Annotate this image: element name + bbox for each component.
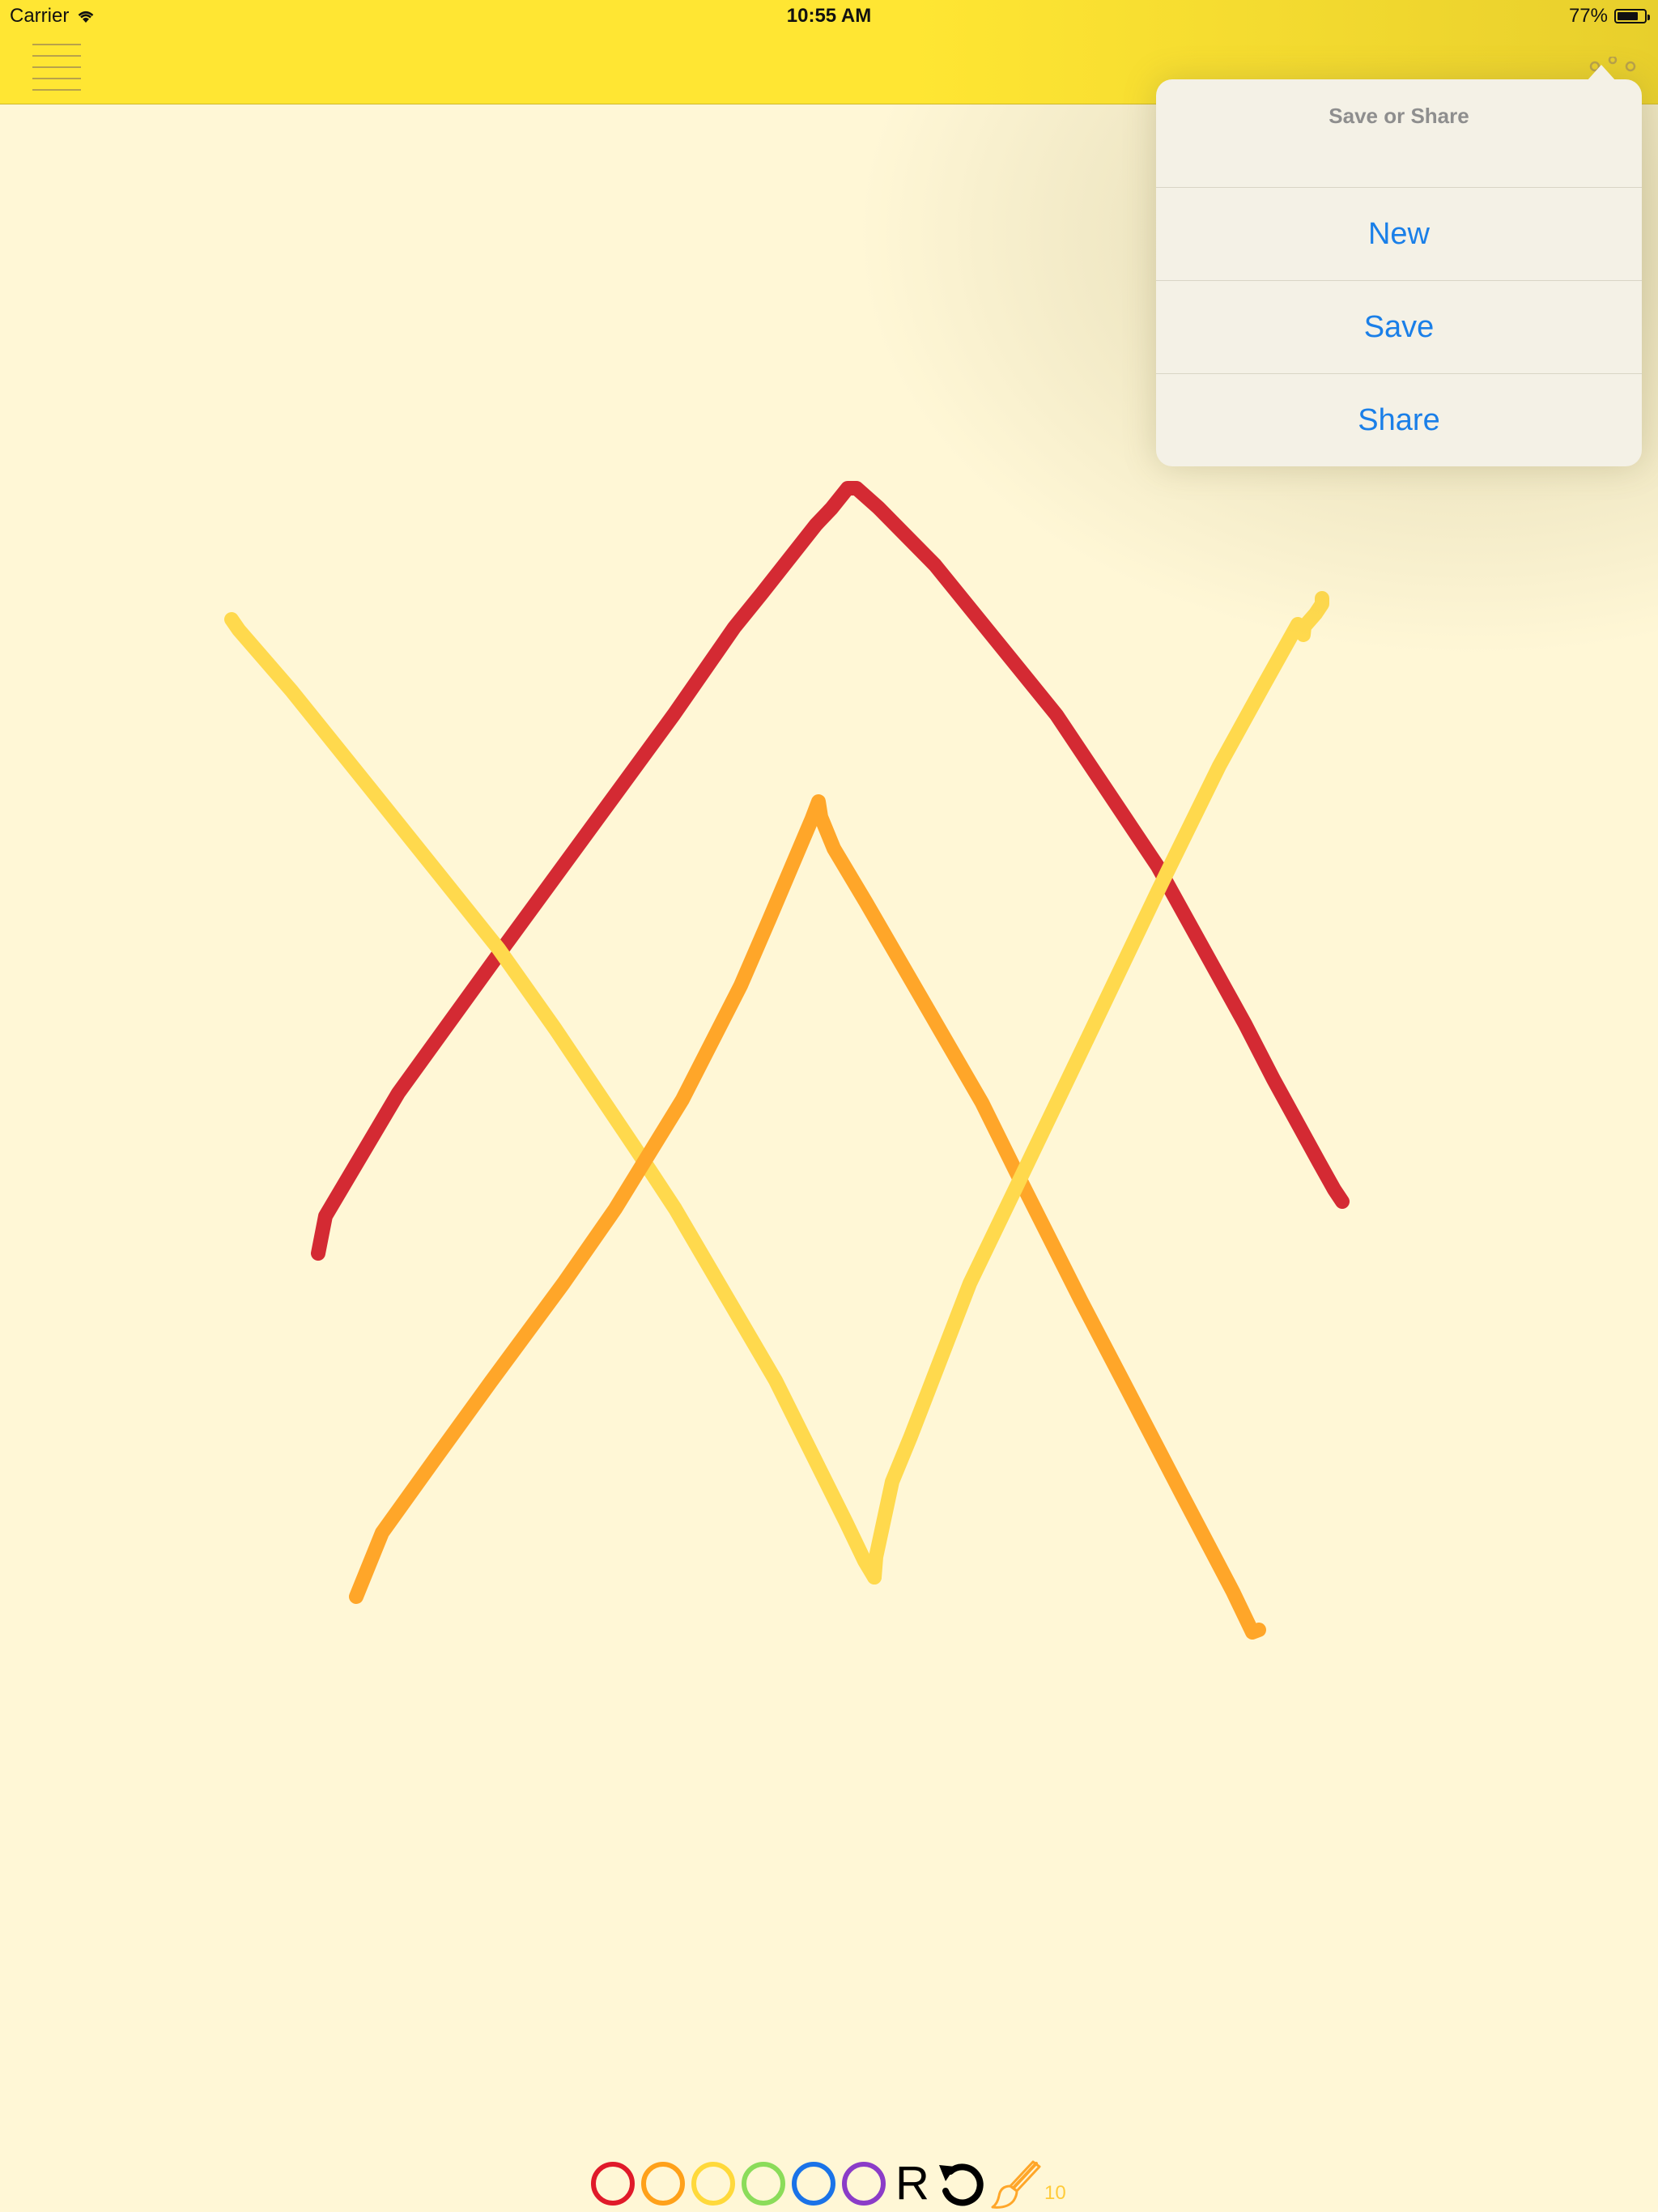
wifi-icon <box>78 11 94 23</box>
menu-icon-line <box>32 44 81 45</box>
drawing-stroke-yellow-1 <box>224 612 882 1585</box>
brush-size-label: 10 <box>1044 2182 1066 2204</box>
drawing-stroke-orange <box>349 794 1266 1640</box>
color-swatch-yellow[interactable] <box>691 2162 735 2206</box>
drawing-stroke-red <box>311 481 1350 1261</box>
status-bar: Carrier 10:55 AM 77% <box>0 0 1658 32</box>
share-button[interactable]: Share <box>1156 374 1642 466</box>
status-carrier-group: Carrier <box>10 5 96 28</box>
popover-arrow <box>1587 65 1616 81</box>
undo-icon[interactable] <box>934 2157 988 2210</box>
battery-fill <box>1618 12 1638 20</box>
carrier-label: Carrier <box>10 5 70 27</box>
menu-icon-line <box>32 66 81 68</box>
color-swatch-orange[interactable] <box>641 2162 685 2206</box>
status-battery-group: 77% <box>1568 5 1650 28</box>
color-swatch-red[interactable] <box>591 2162 635 2206</box>
menu-icon-line <box>32 55 81 57</box>
drawing-stroke-yellow-2 <box>867 591 1329 1585</box>
reset-button[interactable]: R <box>892 2157 933 2210</box>
menu-icon-line <box>32 89 81 91</box>
menu-button[interactable] <box>32 44 81 92</box>
save-share-popover: Save or Share New Save Share <box>1156 79 1642 466</box>
color-swatch-purple[interactable] <box>842 2162 886 2206</box>
popover-title: Save or Share <box>1156 79 1642 188</box>
battery-percent: 77% <box>1568 5 1608 27</box>
paintbrush-icon[interactable] <box>989 2157 1041 2210</box>
color-swatch-green[interactable] <box>742 2162 785 2206</box>
menu-icon-line <box>32 78 81 79</box>
battery-icon <box>1614 9 1650 23</box>
status-time: 10:55 AM <box>786 5 872 27</box>
color-swatch-blue[interactable] <box>792 2162 835 2206</box>
new-button[interactable]: New <box>1156 188 1642 281</box>
save-button[interactable]: Save <box>1156 281 1642 374</box>
drawing-toolbar: R 10 <box>591 2157 1066 2210</box>
